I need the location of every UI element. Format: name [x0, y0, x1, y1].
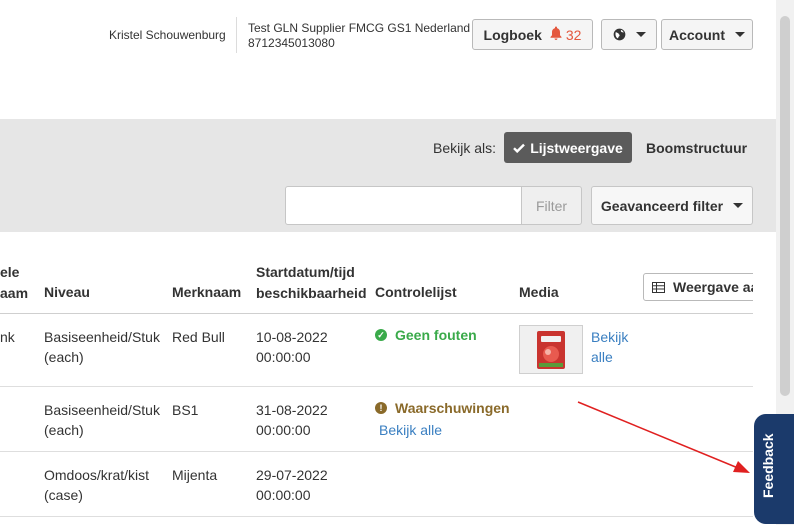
- row1-media-link[interactable]: Bekijk alle: [591, 327, 628, 367]
- column-header-media[interactable]: Media: [519, 282, 559, 303]
- column-header-controlelijst[interactable]: Controlelijst: [375, 282, 457, 303]
- row2-startdatum: 31-08-2022 00:00:00: [256, 400, 328, 440]
- row2-check-status: ! Waarschuwingen: [375, 400, 510, 416]
- row-divider: [0, 386, 753, 387]
- row3-startdatum: 29-07-2022 00:00:00: [256, 465, 328, 505]
- column-header-merknaam[interactable]: Merknaam: [172, 282, 241, 303]
- row3-time: 00:00:00: [256, 487, 311, 503]
- columns-view-button[interactable]: Weergave aa: [643, 273, 753, 301]
- row2-niveau-line2: (each): [44, 422, 84, 438]
- row1-media-link-line1: Bekijk: [591, 329, 629, 345]
- feedback-tab[interactable]: Feedback: [754, 414, 794, 524]
- row1-niveau-line2: (each): [44, 349, 84, 365]
- row3-merknaam: Mijenta: [172, 467, 218, 483]
- row1-merknaam: Red Bull: [172, 329, 225, 345]
- column-header-startdatum-line1: Startdatum/tijd: [256, 264, 355, 280]
- scrollbar-thumb[interactable]: [780, 16, 790, 396]
- row3-niveau-line1: Omdoos/krat/kist: [44, 467, 150, 483]
- column-header-startdatum[interactable]: Startdatum/tijd beschikbaarheid: [256, 262, 367, 304]
- column-header-partial-line2: aam: [0, 285, 29, 301]
- column-header-niveau[interactable]: Niveau: [44, 282, 90, 303]
- row2-merknaam: BS1: [172, 402, 199, 418]
- product-thumbnail-image: [537, 330, 565, 369]
- row3-date: 29-07-2022: [256, 467, 328, 483]
- row2-check-link[interactable]: Bekijk alle: [379, 420, 442, 440]
- row3-niveau: Omdoos/krat/kist (case): [44, 465, 149, 505]
- table-icon: [652, 281, 665, 293]
- check-circle-icon: ✓: [375, 329, 387, 341]
- row1-check-status: ✓ Geen fouten: [375, 327, 477, 343]
- row-divider: [0, 451, 753, 452]
- row2-niveau-line1: Basiseenheid/Stuk: [44, 402, 160, 418]
- row1-partial-cell: nk: [0, 329, 15, 345]
- columns-view-label: Weergave aa: [673, 279, 753, 295]
- row3-niveau-line2: (case): [44, 487, 83, 503]
- row2-time: 00:00:00: [256, 422, 311, 438]
- row1-time: 00:00:00: [256, 349, 311, 365]
- row2-check-status-label: Waarschuwingen: [395, 400, 510, 416]
- warning-circle-icon: !: [375, 402, 387, 414]
- column-header-startdatum-line2: beschikbaarheid: [256, 285, 367, 301]
- row2-date: 31-08-2022: [256, 402, 328, 418]
- feedback-label: Feedback: [760, 433, 776, 498]
- product-thumbnail[interactable]: [519, 325, 583, 374]
- row1-niveau-line1: Basiseenheid/Stuk: [44, 329, 160, 345]
- row1-date: 10-08-2022: [256, 329, 328, 345]
- product-table: ele aam Niveau Merknaam Startdatum/tijd …: [0, 0, 753, 525]
- row2-niveau: Basiseenheid/Stuk (each): [44, 400, 160, 440]
- column-header-partial[interactable]: ele aam: [0, 262, 28, 304]
- row-divider: [0, 516, 753, 517]
- row1-media-link-line2: alle: [591, 349, 613, 365]
- table-header-divider: [0, 313, 753, 314]
- row1-startdatum: 10-08-2022 00:00:00: [256, 327, 328, 367]
- column-header-partial-line1: ele: [0, 264, 20, 280]
- row1-check-status-label: Geen fouten: [395, 327, 477, 343]
- row1-niveau: Basiseenheid/Stuk (each): [44, 327, 160, 367]
